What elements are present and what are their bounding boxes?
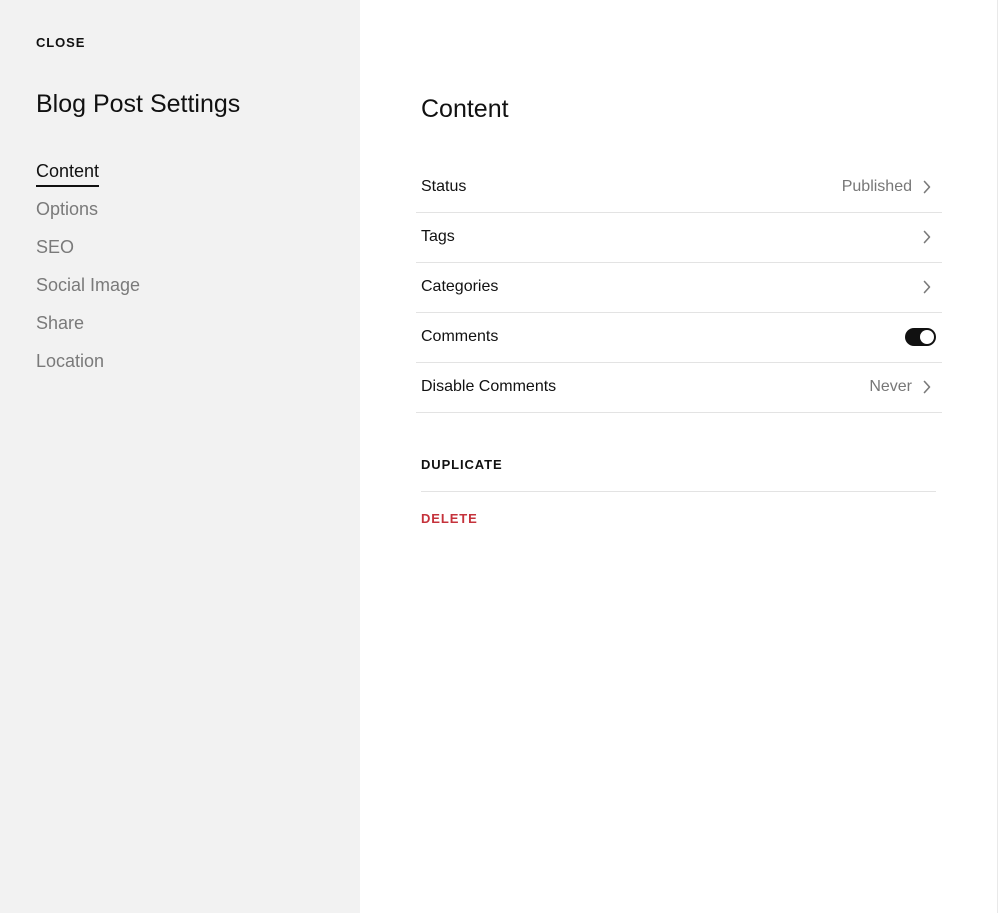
settings-sidebar: CLOSE Blog Post Settings Content Options…: [0, 0, 360, 913]
nav-item-label: SEO: [36, 237, 75, 257]
setting-value: Never: [869, 378, 912, 395]
setting-label: Disable Comments: [421, 378, 557, 395]
nav-item-seo[interactable]: SEO: [36, 234, 140, 272]
divider: [421, 491, 936, 492]
panel-edge-divider: [997, 0, 998, 913]
section-title: Content: [421, 95, 509, 123]
settings-list: Status Published Tags Categories Comment…: [416, 163, 942, 413]
nav-item-content[interactable]: Content: [36, 158, 140, 196]
setting-label: Comments: [421, 328, 499, 345]
content-panel: Content Status Published Tags Categories…: [360, 0, 997, 913]
setting-row-disable-comments[interactable]: Disable Comments Never: [416, 363, 942, 413]
nav-item-social-image[interactable]: Social Image: [36, 272, 140, 310]
setting-row-comments: Comments: [416, 313, 942, 363]
setting-value: Published: [841, 178, 912, 195]
setting-label: Categories: [421, 278, 499, 295]
nav-item-label: Options: [36, 199, 99, 219]
panel-title: Blog Post Settings: [36, 90, 241, 118]
nav-item-options[interactable]: Options: [36, 196, 140, 234]
delete-button[interactable]: DELETE: [421, 511, 478, 527]
chevron-right-icon: [923, 230, 931, 244]
chevron-right-icon: [923, 280, 931, 294]
nav-item-share[interactable]: Share: [36, 310, 140, 348]
chevron-right-icon: [923, 180, 931, 194]
duplicate-button[interactable]: DUPLICATE: [421, 457, 503, 473]
close-button[interactable]: CLOSE: [36, 35, 85, 51]
nav-item-label: Location: [36, 351, 105, 371]
setting-row-tags[interactable]: Tags: [416, 213, 942, 263]
setting-row-categories[interactable]: Categories: [416, 263, 942, 313]
toggle-knob: [920, 330, 934, 344]
comments-toggle[interactable]: [905, 328, 936, 346]
nav-item-label: Share: [36, 313, 85, 333]
settings-nav: Content Options SEO Social Image Share L…: [36, 158, 140, 386]
nav-item-label: Content: [36, 158, 100, 187]
chevron-right-icon: [923, 380, 931, 394]
setting-row-status[interactable]: Status Published: [416, 163, 942, 213]
setting-label: Tags: [421, 228, 455, 245]
setting-label: Status: [421, 178, 467, 195]
nav-item-label: Social Image: [36, 275, 141, 295]
nav-item-location[interactable]: Location: [36, 348, 140, 386]
